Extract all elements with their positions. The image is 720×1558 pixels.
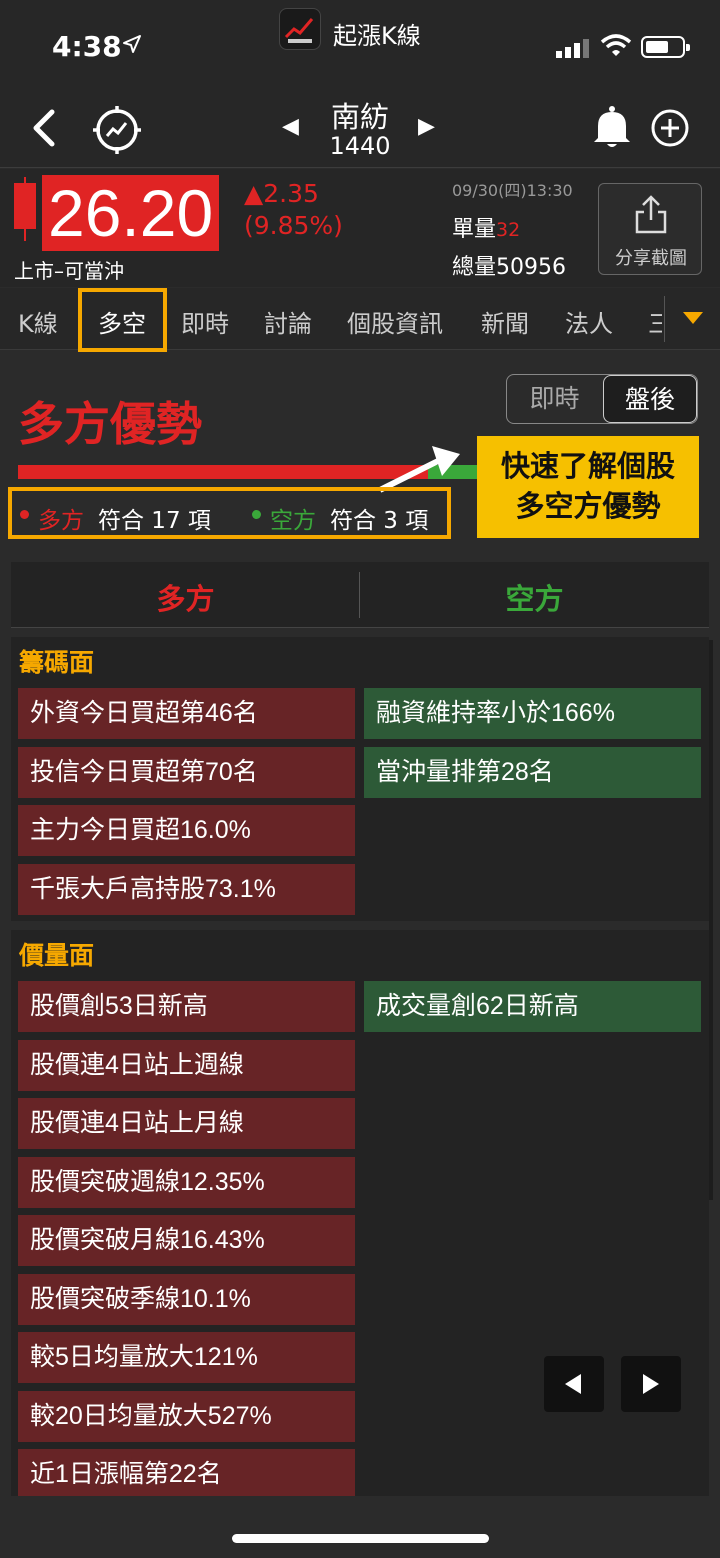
bull-item: 投信今日買超第70名 [18, 747, 355, 798]
app-logo-icon [279, 8, 321, 50]
price-change-pct: (9.85%) [244, 211, 343, 240]
status-bar: 4:38 起漲K線 [0, 0, 720, 92]
prev-stock-icon[interactable]: ◀ [282, 114, 299, 139]
bull-item: 股價連4日站上週線 [18, 1040, 355, 1091]
bear-count-label: 空方 [270, 508, 316, 534]
wifi-icon [600, 34, 632, 56]
bull-item: 股價連4日站上月線 [18, 1098, 355, 1149]
bull-item: 股價突破月線16.43% [18, 1215, 355, 1266]
last-price: 26.20 [42, 175, 220, 251]
add-watchlist-icon[interactable] [650, 108, 690, 148]
bull-item: 股價突破週線12.35% [18, 1157, 355, 1208]
tab-partial[interactable]: 三 [648, 304, 662, 339]
mode-realtime[interactable]: 即時 [507, 375, 602, 423]
signal-icon [556, 39, 589, 58]
section-title: 籌碼面 [19, 648, 95, 677]
bull-item: 近1日漲幅第22名 [18, 1449, 355, 1496]
market-type: 上市–可當沖 [14, 259, 124, 283]
tab-divider [664, 296, 665, 342]
location-arrow-icon [123, 35, 141, 53]
bear-count: 符合 3 項 [330, 508, 429, 534]
total-volume-label: 總量 [452, 255, 497, 280]
back-icon[interactable] [24, 106, 64, 150]
unit-volume-value: 32 [496, 219, 521, 241]
bull-item: 外資今日買超第46名 [18, 688, 355, 739]
callout-line2: 多空方優勢 [515, 489, 661, 523]
bull-item: 股價創53日新高 [18, 981, 355, 1032]
prev-page-button[interactable] [544, 1356, 604, 1412]
candle-icon [14, 183, 36, 229]
home-indicator[interactable] [232, 1534, 489, 1543]
bear-item: 成交量創62日新高 [364, 981, 701, 1032]
trend-target-icon[interactable] [90, 104, 144, 156]
tab-news[interactable]: 新聞 [481, 304, 529, 339]
share-screenshot-button[interactable]: 分享截圖 [598, 183, 702, 275]
section-chips: 籌碼面 外資今日買超第46名 投信今日買超第70名 主力今日買超16.0% 千張… [11, 637, 709, 921]
total-volume-value: 50956 [496, 255, 567, 280]
price-change: ▲2.35 [244, 179, 319, 208]
mode-toggle: 即時 盤後 [506, 374, 698, 424]
active-tab-highlight [78, 288, 167, 352]
tab-kline[interactable]: K線 [18, 304, 58, 339]
bull-item: 主力今日買超16.0% [18, 805, 355, 856]
callout-box: 快速了解個股 多空方優勢 [477, 436, 699, 538]
bull-count-label: 多方 [38, 508, 84, 534]
tab-realtime[interactable]: 即時 [181, 304, 229, 339]
tab-stock-info[interactable]: 個股資訊 [347, 304, 443, 339]
tab-discussion[interactable]: 討論 [264, 304, 312, 339]
prev-arrow-icon [565, 1374, 581, 1394]
bull-bar [18, 465, 428, 479]
quote-datetime: 09/30(四)13:30 [452, 181, 573, 200]
bull-item: 股價突破季線10.1% [18, 1274, 355, 1325]
tab-bar: K線 多空 即時 討論 個股資訊 新聞 法人 三 [0, 288, 720, 352]
clock: 4:38 [52, 30, 122, 63]
unit-volume: 單量32 [452, 211, 520, 243]
unit-volume-label: 單量 [452, 217, 497, 242]
total-volume: 總量50956 [452, 249, 566, 281]
app-name: 起漲K線 [333, 22, 421, 50]
bull-count: 符合 17 項 [98, 508, 211, 534]
section-price-volume: 價量面 股價創53日新高 股價連4日站上週線 股價連4日站上月線 股價突破週線1… [11, 930, 709, 1496]
section-title: 價量面 [19, 941, 95, 970]
stock-name: 南紡 [330, 100, 389, 134]
bull-item: 千張大戶高持股73.1% [18, 864, 355, 915]
next-page-button[interactable] [621, 1356, 681, 1412]
share-icon [635, 195, 667, 234]
advantage-title: 多方優勢 [18, 397, 202, 451]
column-headers: 多方 空方 [11, 562, 709, 628]
scrollbar[interactable] [709, 640, 713, 1200]
bear-item: 當沖量排第28名 [364, 747, 701, 798]
next-arrow-icon [643, 1374, 659, 1394]
stock-nav-bar: ◀ 南紡 1440 ▶ [0, 92, 720, 168]
next-stock-icon[interactable]: ▶ [418, 114, 435, 139]
stock-code: 1440 [329, 132, 391, 160]
bell-icon[interactable] [590, 104, 634, 150]
mode-after-hours[interactable]: 盤後 [603, 375, 697, 423]
battery-icon [641, 36, 690, 58]
bull-dot-icon [20, 510, 29, 519]
bull-item: 較20日均量放大527% [18, 1391, 355, 1442]
tab-institutional[interactable]: 法人 [565, 304, 613, 339]
share-label: 分享截圖 [615, 248, 687, 269]
match-counts: 多方 符合 17 項 空方 符合 3 項 [8, 487, 451, 539]
bear-dot-icon [252, 510, 261, 519]
more-tabs-icon[interactable] [683, 312, 703, 324]
quote-panel: 26.20 ▲2.35 (9.85%) 上市–可當沖 09/30(四)13:30… [0, 169, 720, 287]
bull-item: 較5日均量放大121% [18, 1332, 355, 1383]
bear-column-header: 空方 [505, 582, 564, 616]
callout-line1: 快速了解個股 [500, 449, 675, 483]
bull-column-header: 多方 [156, 582, 215, 616]
bear-item: 融資維持率小於166% [364, 688, 701, 739]
